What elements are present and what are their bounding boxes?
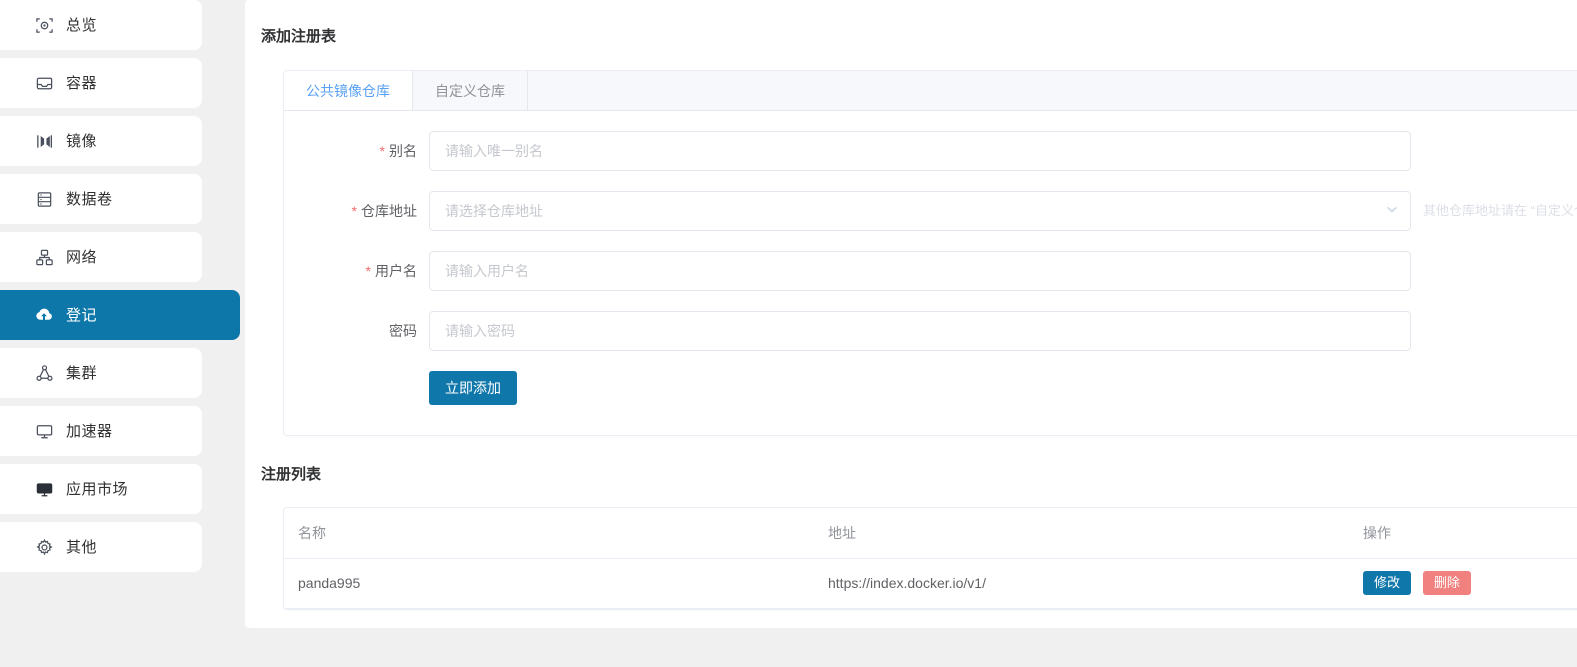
sidebar-item-other[interactable]: 其他 bbox=[0, 522, 202, 572]
sidebar-item-label: 加速器 bbox=[66, 422, 113, 440]
database-volume-icon bbox=[34, 189, 54, 209]
sidebar-item-label: 镜像 bbox=[66, 132, 98, 150]
password-input[interactable] bbox=[429, 310, 1411, 351]
inbox-container-icon bbox=[34, 73, 54, 93]
username-label: * 用户名 bbox=[365, 262, 417, 279]
registry-address-hint: 其他仓库地址请在 “自定义仓库 bbox=[1423, 202, 1577, 218]
sidebar-item-label: 登记 bbox=[66, 306, 98, 324]
sidebar-item-label: 其他 bbox=[66, 538, 98, 556]
sidebar-item-label: 总览 bbox=[66, 16, 98, 34]
sidebar-item-images[interactable]: 镜像 bbox=[0, 116, 202, 166]
sidebar-item-containers[interactable]: 容器 bbox=[0, 58, 202, 108]
app-store-icon bbox=[34, 479, 54, 499]
table-header-row: 名称 地址 操作 bbox=[284, 508, 1577, 559]
column-header-name: 名称 bbox=[284, 508, 814, 559]
sidebar-item-label: 集群 bbox=[66, 364, 98, 382]
required-star-icon: * bbox=[365, 262, 371, 279]
cell-address: https://index.docker.io/v1/ bbox=[814, 558, 1349, 609]
password-control bbox=[429, 310, 1411, 351]
edit-button[interactable]: 修改 bbox=[1363, 571, 1412, 596]
registry-table-head: 名称 地址 操作 bbox=[284, 508, 1577, 559]
sidebar-item-network[interactable]: 网络 bbox=[0, 232, 202, 282]
add-registry-card: 公共镜像仓库 自定义仓库 *别名 *仓库地址 bbox=[283, 69, 1577, 436]
column-header-actions: 操作 bbox=[1349, 508, 1577, 559]
overview-focus-icon bbox=[34, 15, 54, 35]
form-row-password: 密码 bbox=[284, 310, 1577, 351]
sidebar-item-volumes[interactable]: 数据卷 bbox=[0, 174, 202, 224]
tab-custom-registry[interactable]: 自定义仓库 bbox=[413, 70, 528, 110]
tab-public-registry[interactable]: 公共镜像仓库 bbox=[284, 70, 413, 110]
required-star-icon: * bbox=[379, 142, 385, 159]
monitor-icon bbox=[34, 421, 54, 441]
registry-list-title: 注册列表 bbox=[261, 465, 322, 483]
cloud-upload-icon bbox=[34, 305, 54, 325]
password-label: 密码 bbox=[389, 322, 417, 339]
cell-actions: 修改 删除 bbox=[1349, 558, 1577, 609]
add-registry-title: 添加注册表 bbox=[261, 28, 337, 46]
registry-address-select[interactable] bbox=[429, 190, 1411, 231]
sidebar-item-label: 网络 bbox=[66, 248, 98, 266]
form-row-registry-address: *仓库地址 其他仓库地址请在 “自定义仓库 bbox=[284, 190, 1577, 231]
registry-tabs: 公共镜像仓库 自定义仓库 bbox=[284, 70, 1577, 111]
image-layers-icon bbox=[34, 131, 54, 151]
registry-table: 名称 地址 操作 panda995 https://index.docker.i… bbox=[284, 508, 1577, 609]
sidebar-item-label: 应用市场 bbox=[66, 480, 129, 498]
form-row-alias: * 别名 bbox=[284, 130, 1577, 171]
network-nodes-icon bbox=[34, 247, 54, 267]
sidebar-item-accelerator[interactable]: 加速器 bbox=[0, 406, 202, 456]
gear-icon bbox=[34, 537, 54, 557]
add-registry-form: *别名 *仓库地址 bbox=[284, 111, 1577, 435]
sidebar: 总览 容器 镜像 数据卷 网络 登记 集群 加速器 应用市场 其他 bbox=[0, 0, 240, 667]
registry-table-card: 名称 地址 操作 panda995 https://index.docker.i… bbox=[283, 507, 1577, 610]
registry-address-input[interactable] bbox=[429, 190, 1411, 231]
cluster-share-icon bbox=[34, 363, 54, 383]
delete-button[interactable]: 删除 bbox=[1422, 571, 1471, 596]
form-row-username: * 用户名 bbox=[284, 250, 1577, 291]
cell-name: panda995 bbox=[284, 558, 814, 609]
add-now-button[interactable]: 立即添加 bbox=[429, 370, 517, 405]
required-star-icon: * bbox=[351, 202, 357, 219]
sidebar-item-overview[interactable]: 总览 bbox=[0, 0, 202, 50]
column-header-address: 地址 bbox=[814, 508, 1349, 559]
alias-control bbox=[429, 130, 1411, 171]
app-root: 总览 容器 镜像 数据卷 网络 登记 集群 加速器 应用市场 其他 添加注册表 … bbox=[0, 0, 1577, 667]
registry-address-label: * 仓库地址 bbox=[351, 202, 417, 219]
sidebar-item-registry[interactable]: 登记 bbox=[0, 290, 240, 340]
sidebar-item-label: 容器 bbox=[66, 74, 98, 92]
sidebar-item-cluster[interactable]: 集群 bbox=[0, 348, 202, 398]
main-content-panel: 添加注册表 公共镜像仓库 自定义仓库 * 别名 请输入唯一别名 * 仓库地址 请… bbox=[245, 0, 1577, 628]
form-row-submit: 立即添加 bbox=[284, 370, 1577, 405]
sidebar-item-app-market[interactable]: 应用市场 bbox=[0, 464, 202, 514]
registry-table-body: panda995 https://index.docker.io/v1/ 修改 … bbox=[284, 558, 1577, 609]
alias-input[interactable] bbox=[429, 130, 1411, 171]
username-input[interactable] bbox=[429, 250, 1411, 291]
registry-list-section: 注册列表 名称 地址 操作 panda995 https://index.doc… bbox=[245, 450, 1577, 610]
sidebar-item-label: 数据卷 bbox=[66, 190, 113, 208]
username-control bbox=[429, 250, 1411, 291]
table-row: panda995 https://index.docker.io/v1/ 修改 … bbox=[284, 558, 1577, 609]
alias-label: * 别名 bbox=[379, 142, 417, 159]
